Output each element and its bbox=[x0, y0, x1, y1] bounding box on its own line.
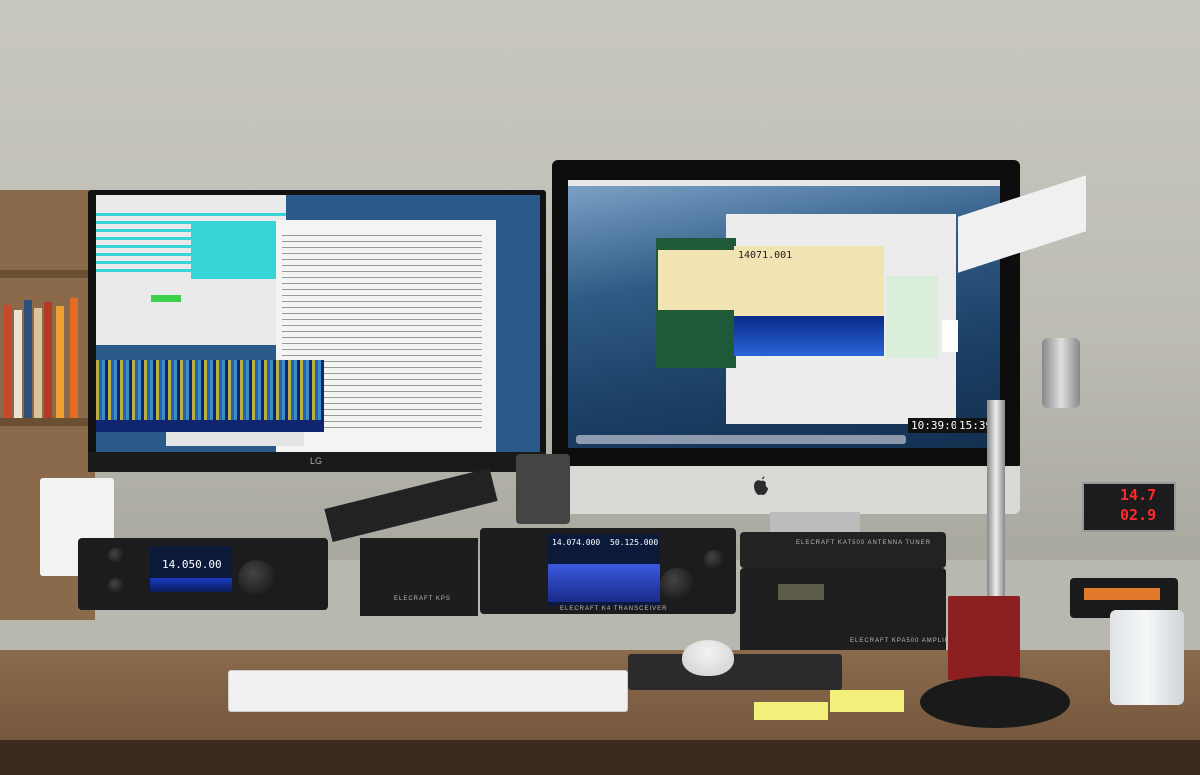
text-panel bbox=[658, 250, 734, 310]
antenna-tuner: ELECRAFT KAT500 ANTENNA TUNER bbox=[740, 532, 946, 568]
bandmap-window[interactable] bbox=[886, 276, 938, 358]
lg-monitor-screen bbox=[96, 195, 540, 453]
k4-brand: ELECRAFT K4 TRANSCEIVER bbox=[560, 606, 668, 612]
radio-k4-panadapter bbox=[548, 564, 660, 602]
radio-left-frequency: 14.050.00 bbox=[162, 558, 222, 571]
logger-frequency: 14071.001 bbox=[738, 250, 793, 261]
waterfall-display bbox=[96, 360, 324, 432]
amplifier: ELECRAFT KPA500 AMPLIFIER bbox=[740, 568, 961, 654]
side-panel bbox=[942, 320, 958, 352]
speaker: ELECRAFT KPS bbox=[360, 538, 478, 616]
tuner-brand: ELECRAFT KAT500 ANTENNA TUNER bbox=[796, 540, 932, 546]
book bbox=[34, 308, 42, 418]
mic-stand-base bbox=[920, 676, 1070, 728]
book bbox=[4, 305, 12, 418]
book bbox=[44, 302, 52, 418]
mouse-pad bbox=[628, 654, 842, 690]
shelf-board bbox=[0, 418, 95, 426]
apple-logo-icon bbox=[754, 476, 768, 495]
radio-k4: 14.074.000 50.125.000 ELECRAFT K4 TRANSC… bbox=[480, 528, 736, 614]
book bbox=[56, 306, 64, 418]
microphone bbox=[1042, 338, 1080, 408]
radio-k4-frequency-sub: 50.125.000 bbox=[610, 538, 659, 547]
voltage-readout: 14.7 bbox=[1120, 486, 1157, 504]
book bbox=[24, 300, 32, 418]
status-indicator bbox=[151, 295, 181, 302]
desk-edge bbox=[0, 740, 1200, 775]
k4-vfo-a-knob[interactable] bbox=[660, 568, 694, 602]
mouse[interactable] bbox=[682, 640, 734, 676]
imac-stand bbox=[770, 512, 860, 534]
small-transceiver-display bbox=[1084, 588, 1160, 600]
waterfall-controls[interactable] bbox=[166, 432, 304, 446]
rf-gain-knob[interactable] bbox=[108, 578, 124, 594]
keyboard[interactable] bbox=[228, 670, 628, 712]
wsjt-band-activity bbox=[191, 223, 277, 279]
power-supply-meter: 14.7 02.9 bbox=[1082, 482, 1176, 532]
speaker-brand: ELECRAFT KPS bbox=[394, 596, 451, 602]
k4-vfo-b-knob[interactable] bbox=[704, 550, 724, 570]
imac-chin bbox=[552, 466, 1020, 514]
sticky-note bbox=[754, 702, 828, 720]
radio-k4-display: 14.074.000 50.125.000 bbox=[548, 534, 660, 606]
amplifier-display bbox=[778, 584, 824, 600]
sticky-note bbox=[830, 690, 904, 712]
volume-knob[interactable] bbox=[108, 548, 124, 564]
phone-stand bbox=[516, 454, 570, 524]
book bbox=[14, 310, 22, 418]
amplifier-brand: ELECRAFT KPA500 AMPLIFIER bbox=[850, 638, 963, 644]
pen-cup bbox=[948, 596, 1020, 680]
logger-window[interactable]: 14071.001 bbox=[734, 246, 884, 356]
menu-bar[interactable] bbox=[568, 180, 1000, 186]
dock[interactable] bbox=[576, 435, 906, 444]
book bbox=[70, 298, 78, 418]
terminal-window[interactable] bbox=[656, 238, 736, 368]
lg-logo: LG bbox=[310, 456, 323, 466]
imac-screen: 14071.001 10:39:03 15:39:03 bbox=[568, 180, 1000, 448]
waterfall-signals bbox=[96, 360, 324, 420]
current-readout: 02.9 bbox=[1120, 506, 1157, 524]
spectrum-display bbox=[734, 316, 884, 356]
mug bbox=[1110, 610, 1184, 705]
shelf-board bbox=[0, 270, 95, 278]
list-item bbox=[96, 213, 286, 216]
radio-left: 14.050.00 bbox=[78, 538, 328, 610]
radio-left-scope bbox=[150, 578, 232, 592]
tuning-knob[interactable] bbox=[238, 560, 276, 598]
radio-k4-frequency-main: 14.074.000 bbox=[552, 538, 601, 547]
radio-left-display: 14.050.00 bbox=[150, 546, 232, 592]
